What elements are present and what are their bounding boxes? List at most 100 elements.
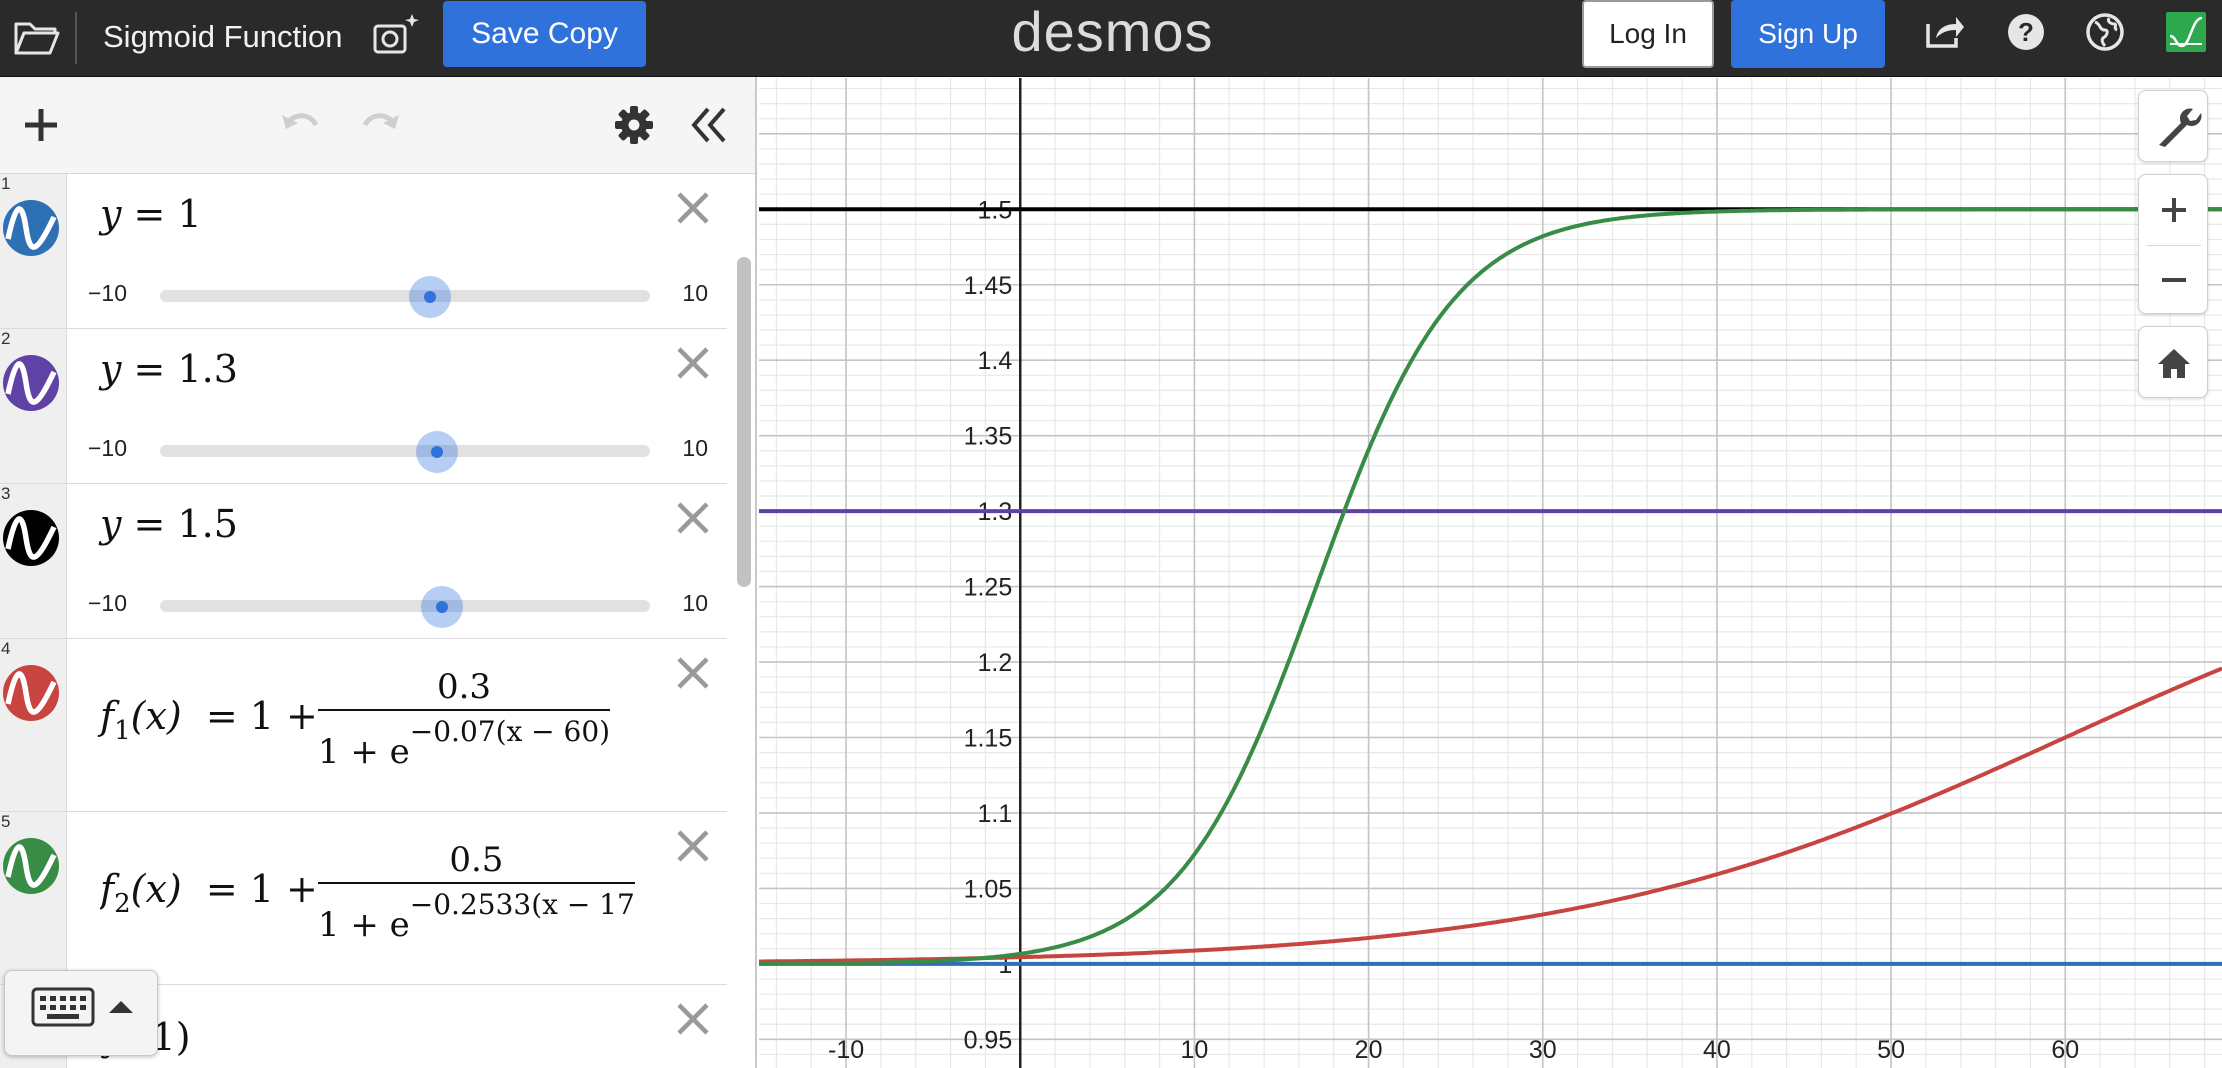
fraction-numerator: 0.5 [317, 840, 635, 884]
desmos-logo: desmos [1011, 0, 1214, 63]
expression-item[interactable]: 4 f1(x) = 1 +0.3 1 + e−0.07(x − 60) [0, 639, 727, 812]
expression-item[interactable]: 1 y = 1 −10 10 [0, 174, 727, 329]
formula-constant: 1 + [249, 867, 318, 911]
fraction-numerator: 0.3 [317, 667, 611, 711]
slider-handle[interactable] [408, 276, 451, 318]
expression-number: 4 [1, 639, 11, 658]
formula-rhs: 1 [177, 192, 202, 236]
slider-track[interactable] [160, 586, 650, 628]
x-tick-label: 20 [1355, 1036, 1383, 1064]
expression-gutter: 5 [0, 812, 67, 984]
default-view-button[interactable] [2138, 326, 2208, 398]
expression-formula[interactable]: f1(x) = 1 +0.3 1 + e−0.07(x − 60) [100, 667, 611, 772]
delete-icon[interactable] [671, 651, 715, 695]
expression-formula[interactable]: f2(x) = 1 +0.5 1 + e−0.2533(x − 17 [100, 840, 660, 945]
expression-gutter: 3 [0, 484, 67, 638]
delete-icon[interactable] [671, 496, 715, 540]
color-toggle-icon[interactable] [2, 509, 60, 567]
expression-formula[interactable]: y = 1.3 [100, 347, 238, 391]
formula-rhs: 1.3 [177, 347, 238, 391]
x-tick-label: 40 [1703, 1036, 1731, 1064]
x-tick-label: -10 [828, 1036, 864, 1064]
slider-min[interactable]: −10 [88, 435, 127, 462]
slider-track[interactable] [160, 431, 650, 473]
color-toggle-icon[interactable] [2, 354, 60, 412]
exponent: −0.07(x − 60) [409, 715, 611, 748]
color-toggle-icon[interactable] [2, 837, 60, 895]
save-copy-button[interactable]: Save Copy [443, 1, 646, 67]
sign-up-button[interactable]: Sign Up [1731, 0, 1885, 68]
expression-formula[interactable]: y = 1.5 [100, 502, 238, 546]
slider-max[interactable]: 10 [682, 280, 708, 307]
y-tick-label: 0.95 [964, 1026, 1013, 1054]
add-icon[interactable] [17, 101, 65, 149]
function-subscript: 1 [114, 716, 131, 746]
x-tick-label: 50 [1877, 1036, 1905, 1064]
desmos-graph-icon[interactable] [2164, 10, 2208, 54]
keyboard-toggle-button[interactable] [4, 970, 158, 1056]
fraction: 0.3 1 + e−0.07(x − 60) [317, 667, 611, 772]
expression-number: 3 [1, 484, 11, 503]
delete-icon[interactable] [671, 997, 715, 1041]
log-in-button[interactable]: Log In [1582, 0, 1714, 68]
redo-icon[interactable] [355, 101, 403, 149]
expression-item[interactable]: 5 f2(x) = 1 +0.5 1 + e−0.2533(x − 17 [0, 812, 727, 985]
graph-title[interactable]: Sigmoid Function [103, 14, 343, 60]
fraction-denominator: 1 + e−0.07(x − 60) [318, 711, 610, 772]
zoom-in-icon[interactable] [2139, 175, 2209, 245]
expression-gutter: 1 [0, 174, 67, 328]
screenshot-icon[interactable] [370, 10, 424, 62]
slider[interactable]: −10 10 [88, 584, 708, 628]
expression-gutter: 2 [0, 329, 67, 483]
slider-track[interactable] [160, 276, 650, 318]
slider[interactable]: −10 10 [88, 274, 708, 318]
top-bar: Sigmoid Function Save Copy desmos Log In… [0, 0, 2222, 77]
zoom-controls [2138, 174, 2208, 314]
slider-handle[interactable] [415, 431, 458, 473]
wrench-icon [2159, 108, 2202, 147]
function-name: f [100, 694, 115, 738]
graph-paper[interactable]: -10 10 20 30 40 50 60 1.5 1.45 1.4 1.35 1.3 1.25 1.2 1… [759, 78, 2222, 1068]
keyboard-icon [31, 987, 133, 1027]
color-toggle-icon[interactable] [2, 199, 60, 257]
folder-icon[interactable] [12, 14, 62, 60]
denominator-base: 1 + e [317, 732, 410, 772]
expression-item[interactable]: 2 y = 1.3 −10 10 [0, 329, 727, 484]
graph-settings-button[interactable] [2138, 90, 2208, 162]
undo-icon[interactable] [278, 101, 326, 149]
slider-handle[interactable] [420, 586, 463, 628]
expression-number: 5 [1, 812, 11, 831]
delete-icon[interactable] [671, 341, 715, 385]
y-tick-label: 1.45 [964, 272, 1013, 300]
zoom-out-icon[interactable] [2139, 245, 2209, 315]
help-icon[interactable]: ? [2004, 10, 2048, 54]
function-subscript: 2 [114, 889, 131, 919]
expression-gutter: 4 [0, 639, 67, 811]
expression-formula[interactable]: y = 1 [100, 192, 202, 236]
share-icon[interactable] [1922, 10, 1966, 54]
function-name: f [100, 867, 115, 911]
y-tick-label: 1.25 [964, 574, 1013, 602]
delete-icon[interactable] [671, 186, 715, 230]
globe-icon[interactable] [2083, 10, 2127, 54]
x-tick-label: 30 [1529, 1036, 1557, 1064]
function-argument: (x) [130, 694, 182, 738]
svg-text:?: ? [2018, 17, 2034, 47]
expression-panel: 1 y = 1 −10 10 2 y = 1.3 −10 10 3 y = 1.… [0, 77, 757, 1068]
expression-item[interactable]: 3 y = 1.5 −10 10 [0, 484, 727, 639]
slider-min[interactable]: −10 [88, 280, 127, 307]
settings-icon[interactable] [610, 101, 658, 149]
slider-max[interactable]: 10 [682, 590, 708, 617]
color-toggle-icon[interactable] [2, 664, 60, 722]
delete-icon[interactable] [671, 824, 715, 868]
y-tick-label: 1.05 [964, 875, 1013, 903]
formula-lhs: y [100, 192, 122, 236]
slider-min[interactable]: −10 [88, 590, 127, 617]
scrollbar[interactable] [737, 257, 751, 587]
graph-canvas[interactable]: -10 10 20 30 40 50 601.51.451.41.351.31.251.21… [759, 78, 2222, 1068]
slider-max[interactable]: 10 [682, 435, 708, 462]
slider[interactable]: −10 10 [88, 429, 708, 473]
collapse-icon[interactable] [686, 101, 734, 149]
exponent: −0.2533(x − 17 [409, 888, 635, 921]
y-tick-label: 1.4 [977, 347, 1012, 375]
